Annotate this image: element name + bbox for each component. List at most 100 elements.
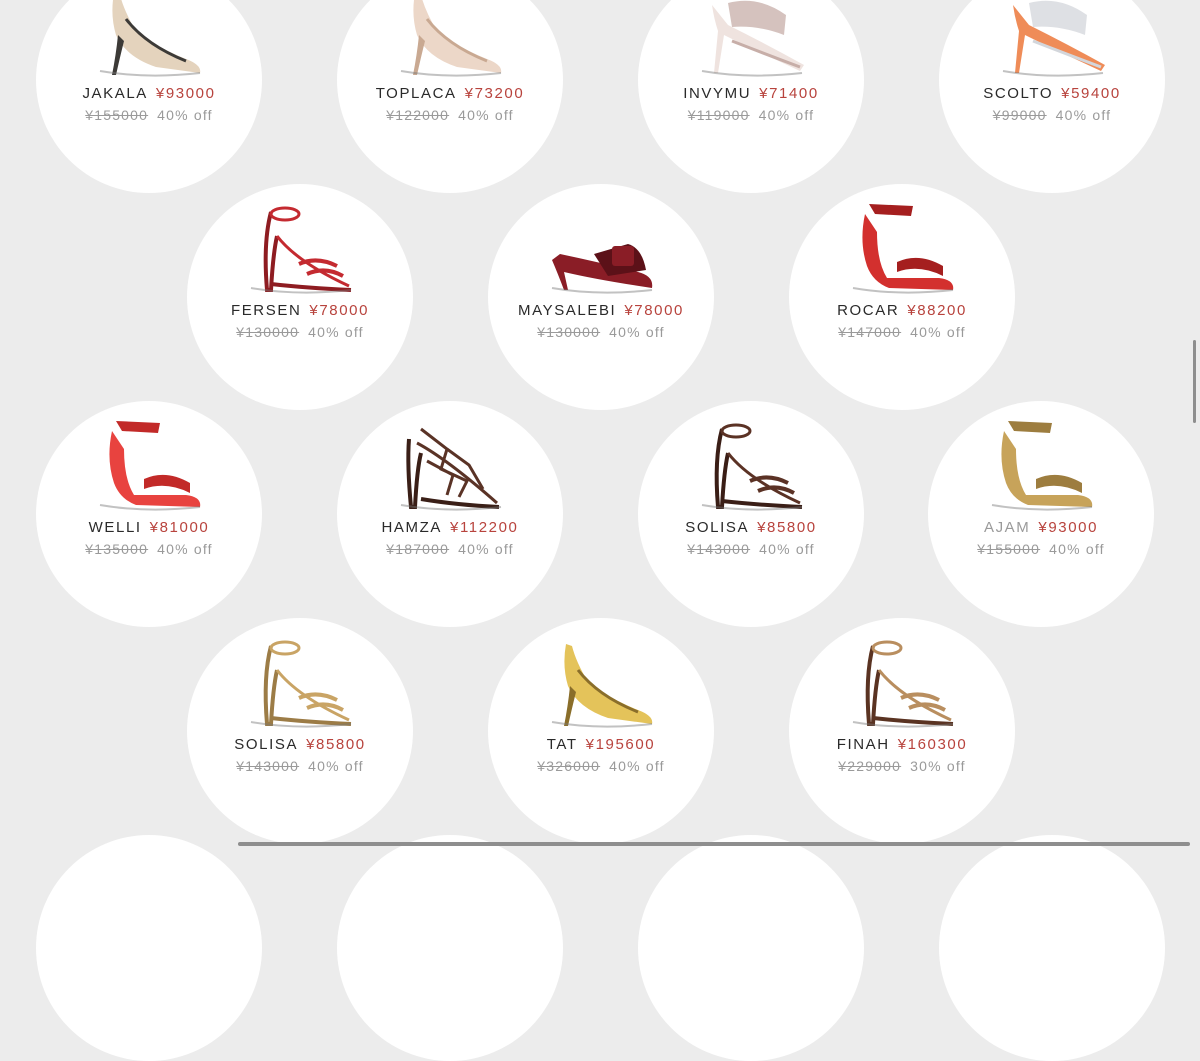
sale-price: ¥85800	[306, 736, 366, 753]
shoe-image[interactable]	[839, 192, 965, 300]
product-title[interactable]: TAT ¥195600	[488, 736, 714, 753]
price-details: ¥130000 40% off	[187, 324, 413, 340]
shoe-image[interactable]	[989, 0, 1115, 83]
discount-badge: 40% off	[157, 107, 213, 123]
product-name[interactable]: SCOLTO	[983, 85, 1053, 102]
shoe-image[interactable]	[538, 626, 664, 734]
product-card[interactable]: SCOLTO ¥59400 ¥99000 40% off	[939, 0, 1165, 193]
discount-badge: 40% off	[609, 758, 665, 774]
shoe-image[interactable]	[387, 409, 513, 517]
original-price: ¥135000	[85, 541, 149, 557]
sale-price: ¥88200	[907, 302, 967, 319]
original-price: ¥143000	[687, 541, 751, 557]
sale-price: ¥73200	[464, 85, 525, 102]
product-name[interactable]: TAT	[547, 736, 578, 753]
original-price: ¥155000	[85, 107, 149, 123]
shoe-image[interactable]	[86, 409, 212, 517]
product-name[interactable]: AJAM	[984, 519, 1030, 536]
product-title[interactable]: TOPLACA ¥73200	[337, 85, 563, 102]
shoe-image[interactable]	[538, 192, 664, 300]
product-card-partial[interactable]	[939, 835, 1165, 1061]
product-card-partial[interactable]	[36, 835, 262, 1061]
shoe-image[interactable]	[688, 0, 814, 83]
product-title[interactable]: SCOLTO ¥59400	[939, 85, 1165, 102]
price-details: ¥135000 40% off	[36, 541, 262, 557]
shoe-image[interactable]	[978, 409, 1104, 517]
product-card[interactable]: MAYSALEBI ¥78000 ¥130000 40% off	[488, 184, 714, 410]
product-name[interactable]: FINAH	[837, 736, 890, 753]
product-card[interactable]: SOLISA ¥85800 ¥143000 40% off	[187, 618, 413, 844]
sale-price: ¥59400	[1061, 85, 1121, 102]
product-name[interactable]: INVYMU	[683, 85, 751, 102]
original-price: ¥143000	[236, 758, 300, 774]
sale-price: ¥78000	[309, 302, 370, 319]
product-card[interactable]: HAMZA ¥112200 ¥187000 40% off	[337, 401, 563, 627]
sale-price: ¥160300	[897, 736, 968, 753]
product-name[interactable]: WELLI	[89, 519, 142, 536]
price-details: ¥122000 40% off	[337, 107, 563, 123]
shoe-image[interactable]	[86, 0, 212, 83]
sale-price: ¥81000	[149, 519, 210, 536]
product-title[interactable]: FERSEN ¥78000	[187, 302, 413, 319]
sale-price: ¥85800	[757, 519, 817, 536]
product-card[interactable]: FINAH ¥160300 ¥229000 30% off	[789, 618, 1015, 844]
shoe-image[interactable]	[839, 626, 965, 734]
horizontal-scrollbar[interactable]	[238, 842, 1190, 846]
product-name[interactable]: HAMZA	[382, 519, 443, 536]
price-details: ¥119000 40% off	[638, 107, 864, 123]
original-price: ¥130000	[537, 324, 601, 340]
product-card[interactable]: TOPLACA ¥73200 ¥122000 40% off	[337, 0, 563, 193]
discount-badge: 40% off	[609, 324, 665, 340]
price-details: ¥143000 40% off	[187, 758, 413, 774]
product-name[interactable]: SOLISA	[234, 736, 298, 753]
sale-price: ¥93000	[155, 85, 216, 102]
original-price: ¥326000	[537, 758, 601, 774]
product-title[interactable]: SOLISA ¥85800	[187, 736, 413, 753]
product-card[interactable]: SOLISA ¥85800 ¥143000 40% off	[638, 401, 864, 627]
product-card-partial[interactable]	[337, 835, 563, 1061]
original-price: ¥187000	[386, 541, 450, 557]
product-card[interactable]: TAT ¥195600 ¥326000 40% off	[488, 618, 714, 844]
product-title[interactable]: FINAH ¥160300	[789, 736, 1015, 753]
shoe-image[interactable]	[688, 409, 814, 517]
original-price: ¥122000	[386, 107, 450, 123]
product-card[interactable]: WELLI ¥81000 ¥135000 40% off	[36, 401, 262, 627]
product-card[interactable]: FERSEN ¥78000 ¥130000 40% off	[187, 184, 413, 410]
price-details: ¥187000 40% off	[337, 541, 563, 557]
sale-price: ¥112200	[450, 519, 519, 536]
product-card[interactable]: AJAM ¥93000 ¥155000 40% off	[928, 401, 1154, 627]
product-name[interactable]: JAKALA	[82, 85, 147, 102]
original-price: ¥229000	[838, 758, 902, 774]
vertical-scrollbar[interactable]	[1193, 340, 1196, 423]
shoe-image[interactable]	[237, 192, 363, 300]
product-title[interactable]: ROCAR ¥88200	[789, 302, 1015, 319]
discount-badge: 40% off	[308, 324, 364, 340]
product-title[interactable]: WELLI ¥81000	[36, 519, 262, 536]
sale-price: ¥71400	[759, 85, 819, 102]
product-title[interactable]: HAMZA ¥112200	[337, 519, 563, 536]
product-name[interactable]: ROCAR	[837, 302, 899, 319]
product-name[interactable]: SOLISA	[685, 519, 749, 536]
original-price: ¥155000	[977, 541, 1041, 557]
product-name[interactable]: TOPLACA	[376, 85, 457, 102]
product-name[interactable]: MAYSALEBI	[518, 302, 616, 319]
original-price: ¥130000	[236, 324, 300, 340]
product-name[interactable]: FERSEN	[231, 302, 301, 319]
product-card-partial[interactable]	[638, 835, 864, 1061]
shoe-image[interactable]	[237, 626, 363, 734]
shoe-image[interactable]	[387, 0, 513, 83]
discount-badge: 40% off	[759, 541, 815, 557]
price-details: ¥143000 40% off	[638, 541, 864, 557]
product-title[interactable]: MAYSALEBI ¥78000	[488, 302, 714, 319]
product-card[interactable]: ROCAR ¥88200 ¥147000 40% off	[789, 184, 1015, 410]
discount-badge: 40% off	[458, 541, 514, 557]
price-details: ¥326000 40% off	[488, 758, 714, 774]
original-price: ¥119000	[687, 107, 750, 123]
product-title[interactable]: SOLISA ¥85800	[638, 519, 864, 536]
product-title[interactable]: INVYMU ¥71400	[638, 85, 864, 102]
product-title[interactable]: AJAM ¥93000	[928, 519, 1154, 536]
product-card[interactable]: INVYMU ¥71400 ¥119000 40% off	[638, 0, 864, 193]
discount-badge: 40% off	[910, 324, 966, 340]
product-card[interactable]: JAKALA ¥93000 ¥155000 40% off	[36, 0, 262, 193]
product-title[interactable]: JAKALA ¥93000	[36, 85, 262, 102]
